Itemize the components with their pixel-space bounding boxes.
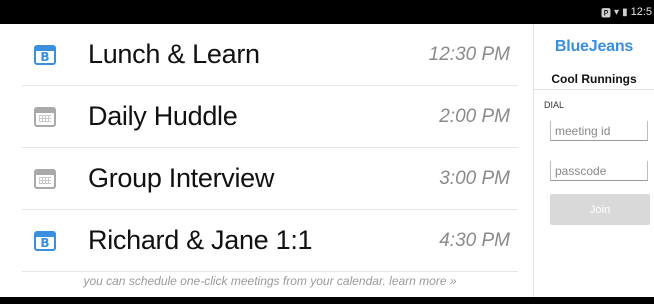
calendar-icon	[34, 168, 56, 189]
status-time: 12:5	[630, 6, 652, 18]
meeting-time: 2:00 PM	[439, 105, 510, 127]
bluetooth-icon: 🅿	[601, 8, 612, 20]
bluejeans-calendar-icon: B	[34, 230, 56, 251]
calendar-icon	[34, 106, 56, 127]
bluejeans-calendar-letter: B	[40, 49, 50, 64]
meeting-title: Lunch & Learn	[88, 39, 260, 69]
meeting-list: B Lunch & Learn 12:30 PM Daily Huddle 2:…	[0, 24, 534, 297]
user-name: Cool Runnings	[551, 72, 637, 86]
meeting-row[interactable]: B Lunch & Learn 12:30 PM	[22, 24, 518, 86]
navigation-bar	[0, 297, 654, 304]
meeting-title: Group Interview	[88, 163, 275, 193]
meeting-id-input[interactable]	[550, 121, 648, 141]
meeting-row[interactable]: Daily Huddle 2:00 PM	[22, 86, 518, 148]
battery-icon: ▮	[622, 6, 628, 18]
meeting-row[interactable]: Group Interview 3:00 PM	[22, 148, 518, 210]
bluejeans-calendar-letter: B	[40, 235, 50, 250]
status-bar: 🅿 ▾ ▮ 12:5	[0, 0, 654, 24]
bluejeans-calendar-icon: B	[34, 44, 56, 65]
dial-label: DIAL	[544, 100, 565, 110]
app-screen: B Lunch & Learn 12:30 PM Daily Huddle 2:…	[0, 24, 654, 297]
learn-more-link[interactable]: you can schedule one-click meetings from…	[22, 274, 518, 288]
meeting-time: 4:30 PM	[439, 229, 510, 251]
meeting-title: Richard & Jane 1:1	[88, 225, 313, 255]
meeting-row[interactable]: B Richard & Jane 1:1 4:30 PM	[22, 210, 518, 272]
wifi-icon: ▾	[614, 6, 620, 18]
join-button[interactable]: Join	[550, 194, 650, 225]
dial-panel: BlueJeans Cool Runnings DIAL Join	[534, 24, 654, 297]
passcode-input[interactable]	[550, 161, 648, 181]
meeting-time: 3:00 PM	[439, 167, 510, 189]
brand-logo: BlueJeans	[554, 38, 634, 55]
panel-divider	[534, 89, 654, 90]
meeting-time: 12:30 PM	[428, 43, 510, 65]
meeting-title: Daily Huddle	[88, 101, 238, 131]
